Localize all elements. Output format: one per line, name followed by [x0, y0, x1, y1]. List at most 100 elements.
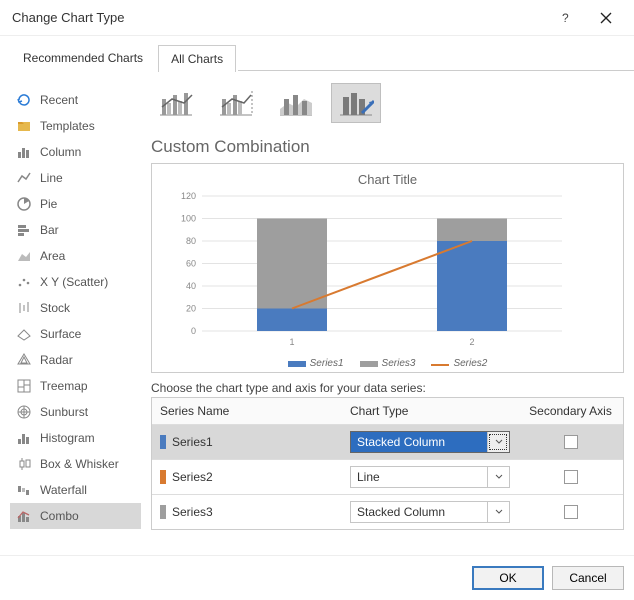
pie-icon [16, 196, 32, 212]
secondary-axis-checkbox[interactable] [564, 505, 578, 519]
sidebar-item-radar[interactable]: Radar [10, 347, 141, 373]
sidebar-item-column[interactable]: Column [10, 139, 141, 165]
window-title: Change Chart Type [12, 10, 546, 25]
sidebar-item-label: Column [40, 145, 81, 159]
series-color-swatch [160, 505, 166, 519]
cancel-button[interactable]: Cancel [552, 566, 624, 590]
sidebar-item-label: Combo [40, 509, 79, 523]
svg-text:60: 60 [186, 259, 196, 269]
sidebar-item-label: Templates [40, 119, 95, 133]
series-name-cell: Series1 [152, 425, 342, 459]
radar-icon [16, 352, 32, 368]
sidebar-item-templates[interactable]: Templates [10, 113, 141, 139]
secondary-axis-cell [518, 495, 623, 529]
svg-text:20: 20 [186, 304, 196, 314]
tab-recommended[interactable]: Recommended Charts [10, 44, 156, 71]
recent-icon [16, 92, 32, 108]
sidebar-item-xy[interactable]: X Y (Scatter) [10, 269, 141, 295]
sidebar-item-waterfall[interactable]: Waterfall [10, 477, 141, 503]
svg-text:40: 40 [186, 281, 196, 291]
area-icon [16, 248, 32, 264]
sidebar-item-surface[interactable]: Surface [10, 321, 141, 347]
chart-type-value: Line [351, 470, 487, 484]
chart-legend: Series1 Series3 Series2 [162, 358, 613, 369]
ok-button[interactable]: OK [472, 566, 544, 590]
sidebar-item-line[interactable]: Line [10, 165, 141, 191]
secondary-axis-cell [518, 460, 623, 494]
series-name-label: Series2 [172, 470, 213, 484]
svg-text:120: 120 [181, 191, 196, 201]
chart-type-dropdown[interactable]: Stacked Column [350, 501, 510, 523]
header-series-name: Series Name [152, 398, 342, 424]
sidebar-item-histogram[interactable]: Histogram [10, 425, 141, 451]
help-icon: ? [560, 12, 572, 24]
series-row[interactable]: Series3 Stacked Column [152, 495, 623, 529]
chart-preview[interactable]: Chart Title 02040608010012012 Series1 Se… [151, 163, 624, 373]
svg-text:2: 2 [469, 337, 474, 347]
tab-all-charts[interactable]: All Charts [158, 45, 236, 72]
sidebar-item-label: Waterfall [40, 483, 87, 497]
close-button[interactable] [586, 3, 626, 33]
combo-subtype-clustered-line-2axis[interactable] [211, 83, 261, 123]
chart-type-cell: Line [342, 460, 518, 494]
chart-type-dropdown[interactable]: Stacked Column [350, 431, 510, 453]
chart-type-dropdown[interactable]: Line [350, 466, 510, 488]
tab-strip: Recommended Charts All Charts [0, 36, 634, 71]
content-area: Recent Templates Column Line Pie Bar Area X Y (… [0, 71, 634, 561]
series-grid: Series Name Chart Type Secondary Axis Se… [151, 397, 624, 530]
sidebar-item-label: Sunburst [40, 405, 88, 419]
sidebar-item-bar[interactable]: Bar [10, 217, 141, 243]
sidebar-item-label: Line [40, 171, 63, 185]
combo-subtype-row [151, 77, 624, 135]
secondary-axis-checkbox[interactable] [564, 435, 578, 449]
sidebar-item-label: Area [40, 249, 65, 263]
chevron-down-icon [487, 467, 509, 487]
sidebar-item-sunburst[interactable]: Sunburst [10, 399, 141, 425]
series-name-cell: Series3 [152, 495, 342, 529]
sidebar-item-treemap[interactable]: Treemap [10, 373, 141, 399]
combo-subtype-stacked-area-col[interactable] [271, 83, 321, 123]
secondary-axis-cell [518, 425, 623, 459]
series-row[interactable]: Series2 Line [152, 460, 623, 495]
box-icon [16, 456, 32, 472]
titlebar: Change Chart Type ? [0, 0, 634, 36]
line-icon [16, 170, 32, 186]
sidebar-item-label: Bar [40, 223, 59, 237]
xy-icon [16, 274, 32, 290]
stock-icon [16, 300, 32, 316]
series-row[interactable]: Series1 Stacked Column [152, 425, 623, 460]
sidebar-item-label: Surface [40, 327, 81, 341]
combo-subtype-custom[interactable] [331, 83, 381, 123]
help-button[interactable]: ? [546, 3, 586, 33]
combo-icon [16, 508, 32, 524]
grid-header: Series Name Chart Type Secondary Axis [152, 398, 623, 425]
svg-text:100: 100 [181, 214, 196, 224]
sidebar-item-pie[interactable]: Pie [10, 191, 141, 217]
series-name-label: Series1 [172, 435, 213, 449]
sidebar-item-label: X Y (Scatter) [40, 275, 108, 289]
sidebar-item-label: Stock [40, 301, 70, 315]
chart-type-list: Recent Templates Column Line Pie Bar Area X Y (… [10, 77, 141, 561]
chart-preview-svg: 02040608010012012 [162, 191, 582, 351]
sidebar-item-box[interactable]: Box & Whisker [10, 451, 141, 477]
bar-icon [16, 222, 32, 238]
treemap-icon [16, 378, 32, 394]
sidebar-item-combo[interactable]: Combo [10, 503, 141, 529]
chart-type-value: Stacked Column [351, 435, 487, 449]
svg-text:1: 1 [289, 337, 294, 347]
svg-text:80: 80 [186, 236, 196, 246]
combo-subtype-clustered-line[interactable] [151, 83, 201, 123]
sidebar-item-recent[interactable]: Recent [10, 87, 141, 113]
sidebar-item-stock[interactable]: Stock [10, 295, 141, 321]
chart-type-value: Stacked Column [351, 505, 487, 519]
sunburst-icon [16, 404, 32, 420]
series-color-swatch [160, 470, 166, 484]
series-name-cell: Series2 [152, 460, 342, 494]
series-color-swatch [160, 435, 166, 449]
templates-icon [16, 118, 32, 134]
series-name-label: Series3 [172, 505, 213, 519]
chevron-down-icon [487, 502, 509, 522]
column-icon [16, 144, 32, 160]
sidebar-item-area[interactable]: Area [10, 243, 141, 269]
secondary-axis-checkbox[interactable] [564, 470, 578, 484]
